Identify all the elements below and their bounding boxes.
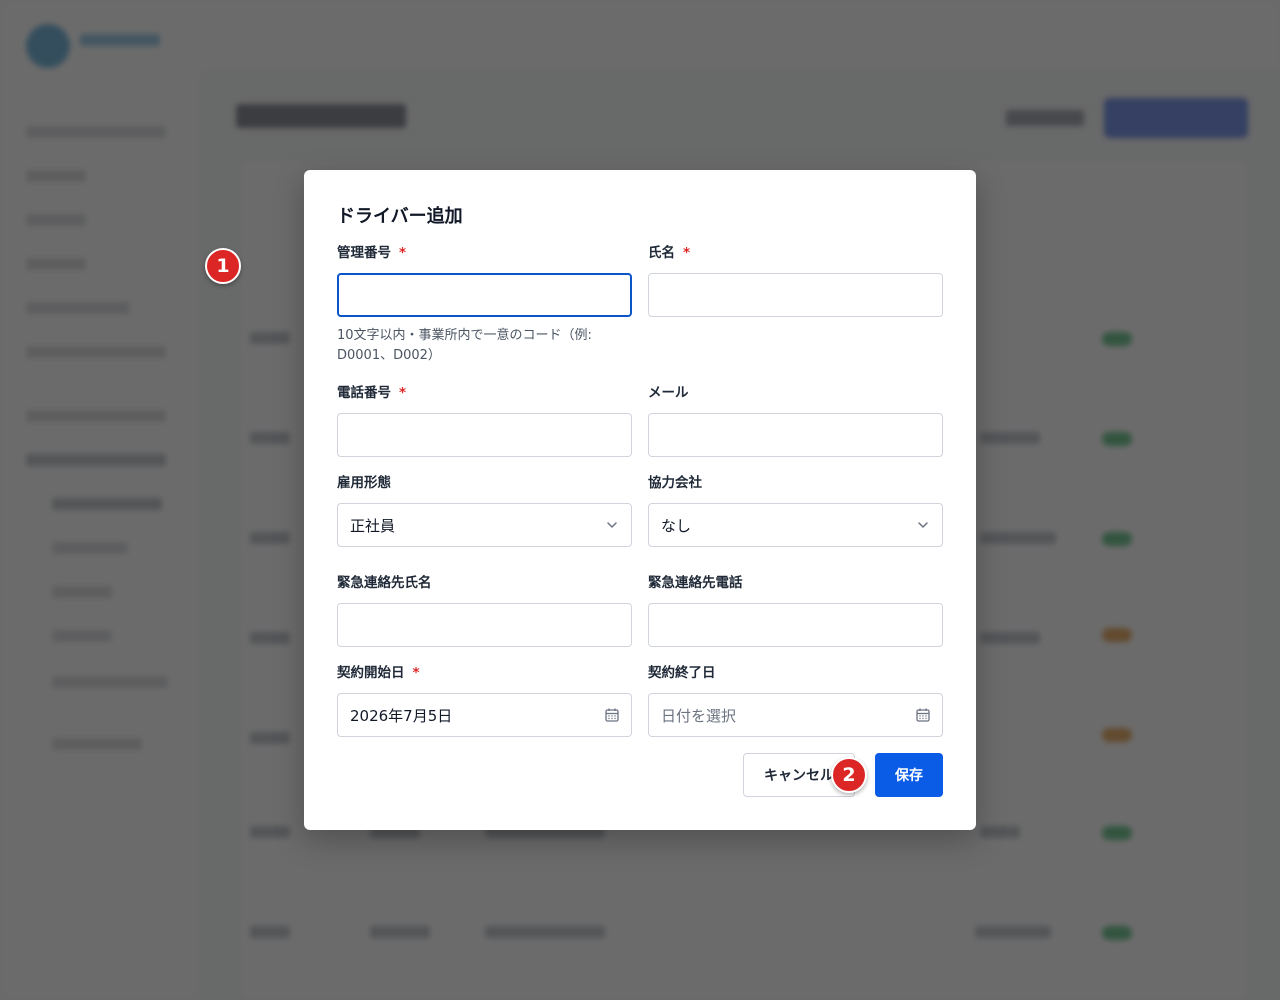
contract-end-date-input[interactable]: 日付を選択 bbox=[648, 693, 943, 737]
required-mark: * bbox=[399, 245, 407, 261]
contract-start-group: 契約開始日 * 2026年7月5日 bbox=[337, 663, 632, 737]
email-group: メール bbox=[648, 383, 943, 457]
chevron-down-icon bbox=[918, 522, 928, 528]
management-number-label: 管理番号 bbox=[337, 245, 391, 261]
employment-type-group: 雇用形態 正社員 bbox=[337, 473, 632, 547]
phone-input[interactable] bbox=[337, 413, 632, 457]
management-number-group: 管理番号 * 10文字以内・事業所内で一意のコード（例: D0001、D002） bbox=[337, 243, 632, 366]
management-number-input[interactable] bbox=[337, 273, 632, 317]
emergency-phone-label: 緊急連絡先電話 bbox=[648, 575, 743, 591]
save-button[interactable]: 保存 bbox=[875, 753, 943, 797]
management-number-hint: 10文字以内・事業所内で一意のコード（例: D0001、D002） bbox=[337, 328, 592, 363]
calendar-icon[interactable] bbox=[915, 707, 931, 723]
email-input[interactable] bbox=[648, 413, 943, 457]
emergency-name-group: 緊急連絡先氏名 bbox=[337, 573, 632, 647]
name-input[interactable] bbox=[648, 273, 943, 317]
partner-company-label: 協力会社 bbox=[648, 475, 702, 491]
email-label: メール bbox=[648, 385, 689, 401]
name-label: 氏名 bbox=[648, 245, 675, 261]
emergency-name-input[interactable] bbox=[337, 603, 632, 647]
annotation-marker-2: 2 bbox=[831, 757, 867, 793]
partner-company-group: 協力会社 なし bbox=[648, 473, 943, 547]
required-mark: * bbox=[399, 385, 407, 401]
dialog-title: ドライバー追加 bbox=[337, 206, 463, 227]
emergency-phone-input[interactable] bbox=[648, 603, 943, 647]
required-mark: * bbox=[412, 665, 420, 681]
contract-end-label: 契約終了日 bbox=[648, 665, 716, 681]
phone-label: 電話番号 bbox=[337, 385, 391, 401]
emergency-phone-group: 緊急連絡先電話 bbox=[648, 573, 943, 647]
phone-group: 電話番号 * bbox=[337, 383, 632, 457]
contract-start-label: 契約開始日 bbox=[337, 665, 405, 681]
partner-company-select[interactable]: なし bbox=[648, 503, 943, 547]
contract-end-placeholder: 日付を選択 bbox=[661, 706, 737, 725]
employment-type-select[interactable]: 正社員 bbox=[337, 503, 632, 547]
annotation-marker-1: 1 bbox=[205, 248, 241, 284]
employment-type-label: 雇用形態 bbox=[337, 475, 391, 491]
name-group: 氏名 * bbox=[648, 243, 943, 317]
contract-start-date-input[interactable]: 2026年7月5日 bbox=[337, 693, 632, 737]
chevron-down-icon bbox=[607, 522, 617, 528]
contract-end-group: 契約終了日 日付を選択 bbox=[648, 663, 943, 737]
required-mark: * bbox=[683, 245, 691, 261]
emergency-name-label: 緊急連絡先氏名 bbox=[337, 575, 432, 591]
calendar-icon[interactable] bbox=[604, 707, 620, 723]
add-driver-dialog: ドライバー追加 管理番号 * 10文字以内・事業所内で一意のコード（例: D00… bbox=[304, 170, 976, 830]
